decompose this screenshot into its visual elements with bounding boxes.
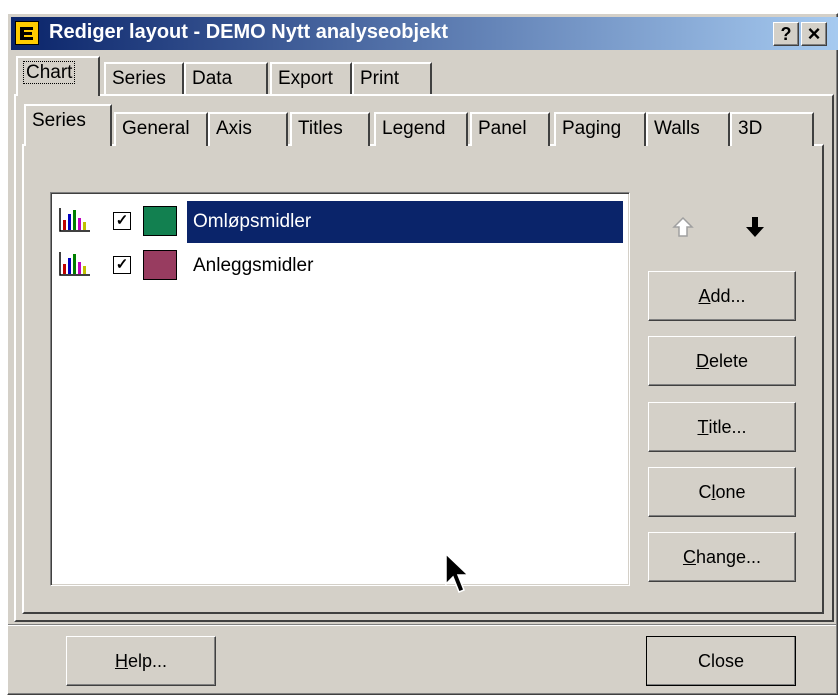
bar-chart-icon xyxy=(59,206,91,234)
subtab-general[interactable]: General xyxy=(114,112,208,146)
subtab-3d[interactable]: 3D xyxy=(730,112,814,146)
subtab-general-label: General xyxy=(122,118,190,139)
clone-label: one xyxy=(715,481,746,502)
bar-chart-icon xyxy=(59,250,91,278)
subtab-walls-label: Walls xyxy=(654,118,700,139)
series-name-label: Omløpsmidler xyxy=(193,211,312,232)
delete-label: elete xyxy=(708,350,749,371)
delete-accel: D xyxy=(695,350,709,371)
subtab-panel-label: Panel xyxy=(478,118,527,139)
subtab-legend[interactable]: Legend xyxy=(374,112,468,146)
tab-print-label: Print xyxy=(360,68,400,89)
subtab-3d-label: 3D xyxy=(738,118,763,139)
series-name-selected[interactable]: Omløpsmidler xyxy=(187,201,623,243)
change-label: hange... xyxy=(695,546,762,567)
close-label: Close xyxy=(697,650,745,671)
move-down-arrow-icon[interactable] xyxy=(742,214,768,240)
series-list[interactable]: ✓ Omløpsmidler ✓ Anleggsmidler xyxy=(50,192,630,586)
close-button[interactable]: Close xyxy=(646,636,796,686)
delete-button[interactable]: Delete xyxy=(648,336,796,386)
add-label: dd... xyxy=(710,285,746,306)
change-accel: C xyxy=(682,546,696,567)
subtab-series[interactable]: Series xyxy=(24,104,112,146)
tab-print[interactable]: Print xyxy=(352,62,432,96)
subtab-titles-label: Titles xyxy=(298,118,343,139)
move-up-arrow-icon[interactable] xyxy=(670,214,696,240)
series-name[interactable]: Anleggsmidler xyxy=(187,245,313,287)
title-button[interactable]: Title... xyxy=(648,402,796,452)
help-label: elp... xyxy=(127,650,168,671)
subtab-titles[interactable]: Titles xyxy=(290,112,370,146)
title-accel: T xyxy=(697,416,709,437)
tab-series[interactable]: Series xyxy=(104,62,184,96)
tab-series-label: Series xyxy=(112,68,166,89)
list-item[interactable]: ✓ Anleggsmidler xyxy=(57,245,623,287)
subtab-axis-label: Axis xyxy=(216,118,252,139)
series-name-label: Anleggsmidler xyxy=(193,255,314,276)
add-button[interactable]: Add... xyxy=(648,271,796,321)
change-button[interactable]: Change... xyxy=(648,532,796,582)
series-color-swatch[interactable] xyxy=(143,206,177,236)
tab-export[interactable]: Export xyxy=(270,62,352,96)
subtab-paging[interactable]: Paging xyxy=(554,112,646,146)
footer-divider xyxy=(8,624,836,626)
mouse-cursor-icon xyxy=(444,552,474,596)
help-accel: H xyxy=(114,650,128,671)
add-accel: A xyxy=(698,285,711,306)
help-button[interactable]: Help... xyxy=(66,636,216,686)
subtab-series-label: Series xyxy=(32,110,86,131)
tab-data-label: Data xyxy=(192,68,233,89)
tab-data[interactable]: Data xyxy=(184,62,268,96)
close-title-button[interactable]: × xyxy=(801,21,827,46)
series-color-swatch[interactable] xyxy=(143,250,177,280)
series-visible-checkbox[interactable]: ✓ xyxy=(113,256,131,274)
subtab-panel[interactable]: Panel xyxy=(470,112,550,146)
title-bar[interactable]: Rediger layout - DEMO Nytt analyseobjekt… xyxy=(11,17,838,50)
clone-pre: C xyxy=(698,481,712,502)
tab-export-label: Export xyxy=(278,68,333,89)
title-label: itle... xyxy=(708,416,747,437)
subtab-paging-label: Paging xyxy=(562,118,622,139)
subtab-axis[interactable]: Axis xyxy=(208,112,288,146)
subtab-legend-label: Legend xyxy=(382,118,446,139)
list-item[interactable]: ✓ Omløpsmidler xyxy=(57,201,623,243)
window-title: Rediger layout - DEMO Nytt analyseobjekt xyxy=(49,21,448,43)
clone-button[interactable]: Cl one xyxy=(648,467,796,517)
tab-chart-label: Chart xyxy=(22,61,76,84)
series-visible-checkbox[interactable]: ✓ xyxy=(113,212,131,230)
subtab-walls[interactable]: Walls xyxy=(646,112,730,146)
help-title-button[interactable]: ? xyxy=(773,22,799,46)
tab-chart[interactable]: Chart xyxy=(16,56,100,96)
app-icon xyxy=(15,21,39,45)
